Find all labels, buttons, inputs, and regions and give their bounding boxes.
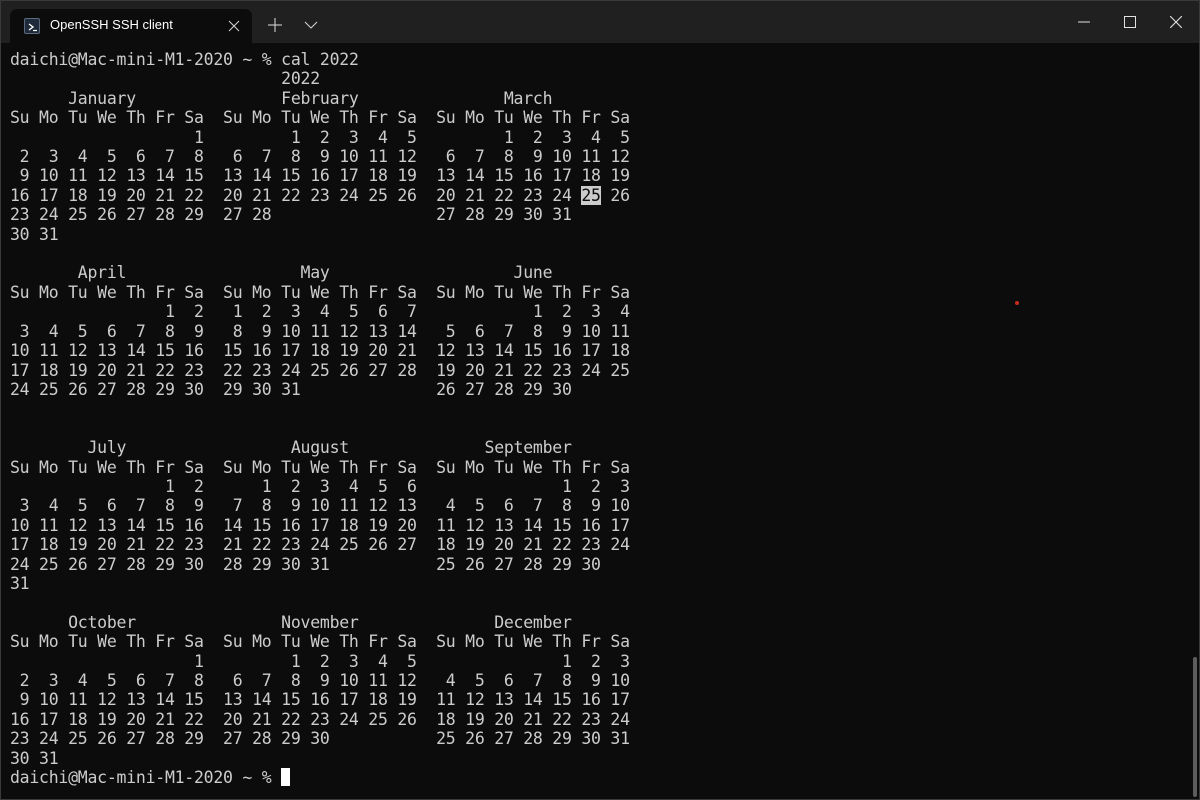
- output-line: 2022: [10, 69, 320, 89]
- scrollbar-thumb[interactable]: [1193, 657, 1197, 797]
- tab-openssh[interactable]: OpenSSH SSH client: [10, 9, 252, 43]
- output-line: 1 1 2 3 4 5 1 2 3 4 5: [10, 127, 630, 147]
- output-line: 3 4 5 6 7 8 9 7 8 9 10 11 12 13 4 5 6 7 …: [10, 496, 630, 516]
- output-line: January February March: [10, 88, 553, 108]
- maximize-icon[interactable]: [1107, 1, 1153, 43]
- output-line: 23 24 25 26 27 28 29 27 28 29 30 25 26 2…: [10, 729, 630, 749]
- output-line: Su Mo Tu We Th Fr Sa Su Mo Tu We Th Fr S…: [10, 632, 630, 652]
- output-line: 16 17 18 19 20 21 22 20 21 22 23 24 25 2…: [10, 185, 582, 205]
- close-tab-icon[interactable]: [224, 16, 244, 36]
- terminal-area[interactable]: daichi@Mac-mini-M1-2020 ~ % cal 2022 202…: [1, 43, 1199, 799]
- output-line: 2 3 4 5 6 7 8 6 7 8 9 10 11 12 4 5 6 7 8…: [10, 671, 630, 690]
- powershell-icon: [24, 18, 40, 34]
- terminal-window: OpenSSH SSH client daichi@Mac-mini-M1-20…: [0, 0, 1200, 800]
- output-line: Su Mo Tu We Th Fr Sa Su Mo Tu We Th Fr S…: [10, 282, 630, 302]
- output-line: 10 11 12 13 14 15 16 14 15 16 17 18 19 2…: [10, 515, 630, 535]
- output-line: 30 31: [10, 224, 59, 244]
- output-line: 17 18 19 20 21 22 23 22 23 24 25 26 27 2…: [10, 360, 630, 380]
- terminal-output: daichi@Mac-mini-M1-2020 ~ % cal 2022 202…: [10, 50, 630, 787]
- output-line: July August September: [10, 438, 572, 458]
- output-line: October November December: [10, 612, 572, 632]
- title-bar[interactable]: OpenSSH SSH client: [1, 1, 1199, 43]
- output-line-tail: 26: [600, 185, 630, 205]
- output-line: 1 1 2 3 4 5 1 2 3: [10, 651, 630, 671]
- output-line: 17 18 19 20 21 22 23 21 22 23 24 25 26 2…: [10, 535, 630, 555]
- output-line: 3 4 5 6 7 8 9 8 9 10 11 12 13 14 5 6 7 8…: [10, 321, 630, 341]
- tab-title: OpenSSH SSH client: [50, 17, 173, 32]
- output-line: Su Mo Tu We Th Fr Sa Su Mo Tu We Th Fr S…: [10, 108, 630, 128]
- output-line: 24 25 26 27 28 29 30 29 30 31 26 27 28 2…: [10, 379, 572, 399]
- output-line: 2 3 4 5 6 7 8 6 7 8 9 10 11 12 6 7 8 9 1…: [10, 147, 630, 167]
- prompt: daichi@Mac-mini-M1-2020 ~ %: [10, 50, 282, 69]
- output-line: Su Mo Tu We Th Fr Sa Su Mo Tu We Th Fr S…: [10, 457, 630, 477]
- output-line: 10 11 12 13 14 15 16 15 16 17 18 19 20 2…: [10, 341, 630, 361]
- plus-icon[interactable]: [263, 13, 287, 37]
- red-dot-marker: [1015, 301, 1019, 305]
- today-highlight: 25: [581, 185, 601, 205]
- output-line: 1 2 1 2 3 4 5 6 1 2 3: [10, 476, 630, 496]
- output-line: 31: [10, 573, 30, 593]
- output-line: 23 24 25 26 27 28 29 27 28 27 28 29 30 3…: [10, 205, 572, 225]
- output-line: 9 10 11 12 13 14 15 13 14 15 16 17 18 19…: [10, 690, 630, 710]
- minimize-icon[interactable]: [1061, 1, 1107, 43]
- output-line: 16 17 18 19 20 21 22 20 21 22 23 24 25 2…: [10, 709, 630, 729]
- output-line: 1 2 1 2 3 4 5 6 7 1 2 3 4: [10, 302, 630, 322]
- command: cal 2022: [281, 50, 359, 69]
- output-line: 9 10 11 12 13 14 15 13 14 15 16 17 18 19…: [10, 166, 630, 186]
- output-line: April May June: [10, 263, 553, 283]
- close-icon[interactable]: [1153, 1, 1199, 43]
- output-line: 30 31: [10, 748, 59, 768]
- chevron-down-icon[interactable]: [299, 13, 323, 37]
- text-cursor: [281, 768, 291, 787]
- output-line: 24 25 26 27 28 29 30 28 29 30 31 25 26 2…: [10, 554, 601, 574]
- prompt: daichi@Mac-mini-M1-2020 ~ %: [10, 768, 282, 788]
